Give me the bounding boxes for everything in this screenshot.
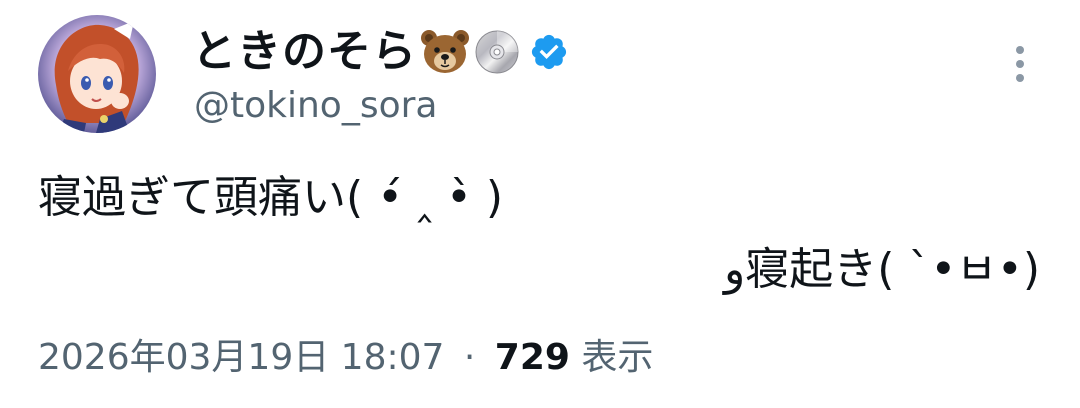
avatar[interactable]	[38, 15, 156, 133]
optical-disc-icon	[473, 28, 521, 76]
views-count[interactable]: 729	[495, 337, 570, 378]
views-label: 表示	[581, 337, 654, 378]
more-vertical-icon	[1016, 46, 1024, 82]
tweet-text-line: 寝過ぎて頭痛い( •́ ‸ •̀ )	[38, 172, 504, 223]
display-name[interactable]: ときのそら	[192, 30, 417, 74]
meta-separator: ·	[463, 337, 476, 378]
display-name-row[interactable]: ときのそら	[192, 24, 569, 80]
verified-badge-icon[interactable]	[529, 32, 569, 72]
tweet-timestamp[interactable]: 2026年03月19日 18:07	[38, 337, 444, 378]
tweet-meta: 2026年03月19日 18:07 · 729 表示	[38, 336, 653, 379]
more-options-button[interactable]	[1000, 40, 1040, 88]
user-handle[interactable]: @tokino_sora	[194, 84, 437, 127]
tweet-text-line: و寝起き( ˋ•ㅂ•)	[724, 244, 1040, 295]
bear-face-icon	[419, 28, 471, 76]
